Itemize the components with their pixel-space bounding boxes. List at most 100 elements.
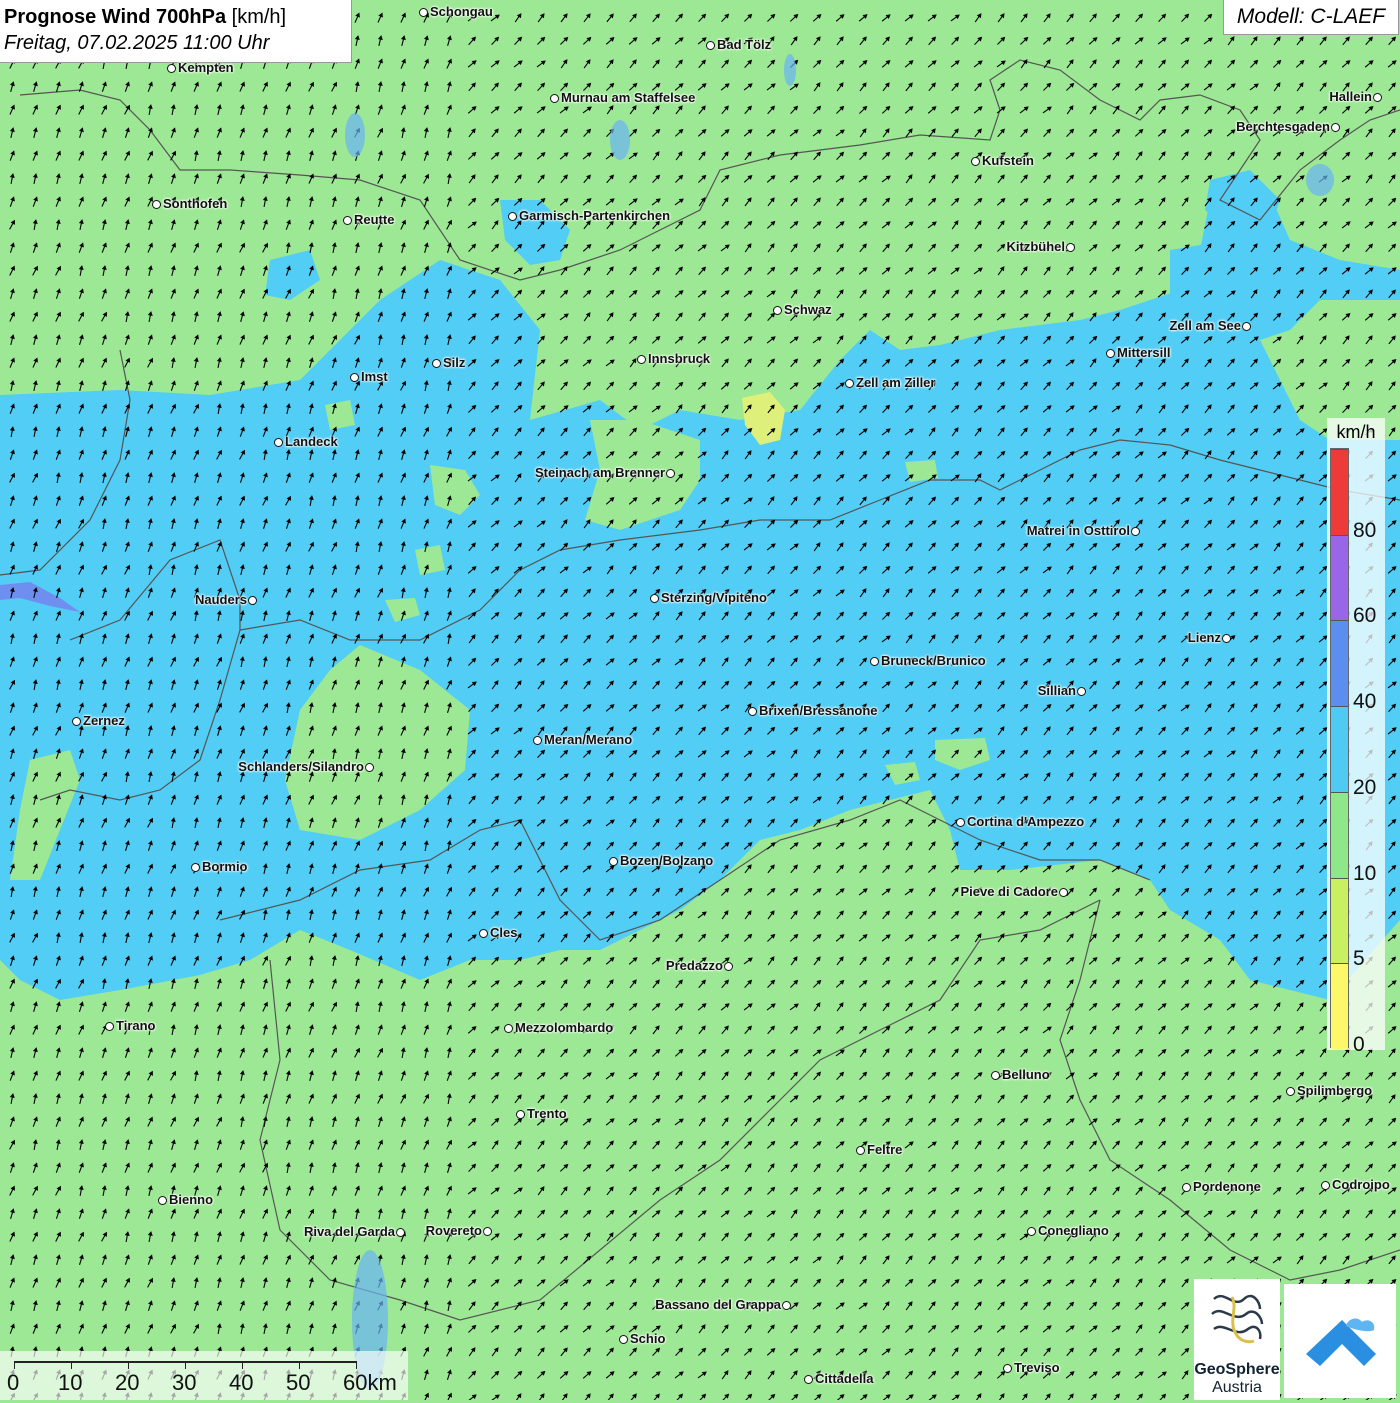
city-marker-meran-merano[interactable]	[533, 736, 542, 745]
city-label-cittadella: Cittadella	[815, 1371, 874, 1386]
city-marker-treviso[interactable]	[1003, 1364, 1012, 1373]
scale-tick	[299, 1361, 300, 1369]
city-marker-silz[interactable]	[432, 359, 441, 368]
city-label-nauders: Nauders	[194, 592, 247, 607]
city-label-imst: Imst	[361, 369, 388, 384]
city-marker-zernez[interactable]	[72, 717, 81, 726]
city-marker-kufstein[interactable]	[971, 157, 980, 166]
city-marker-cittadella[interactable]	[804, 1375, 813, 1384]
city-marker-mittersill[interactable]	[1106, 349, 1115, 358]
legend-segment-60	[1331, 534, 1348, 621]
city-marker-steinach-am-brenner[interactable]	[666, 469, 675, 478]
scale-label: 30	[172, 1370, 197, 1395]
city-marker-conegliano[interactable]	[1027, 1227, 1036, 1236]
city-marker-bad-t-lz[interactable]	[706, 41, 715, 50]
city-label-lienz: Lienz	[1187, 630, 1221, 645]
city-marker-kitzb-hel[interactable]	[1066, 243, 1075, 252]
city-label-bruneck-brunico: Bruneck/Brunico	[881, 653, 986, 668]
city-label-pieve-di-cadore: Pieve di Cadore	[960, 884, 1058, 899]
city-label-zell-am-ziller: Zell am Ziller	[856, 375, 936, 390]
city-marker-hallein[interactable]	[1373, 93, 1382, 102]
city-marker-bozen-bolzano[interactable]	[609, 857, 618, 866]
scale-label: 0	[7, 1370, 20, 1395]
city-label-pordenone: Pordenone	[1193, 1179, 1261, 1194]
city-marker-tirano[interactable]	[105, 1022, 114, 1031]
city-label-cles: Cles	[490, 925, 518, 940]
city-marker-bruneck-brunico[interactable]	[870, 657, 879, 666]
city-marker-brixen-bressanone[interactable]	[748, 707, 757, 716]
city-label-conegliano: Conegliano	[1038, 1223, 1109, 1238]
city-label-codroipo: Codroipo	[1332, 1177, 1390, 1192]
city-marker-predazzo[interactable]	[724, 962, 733, 971]
legend-label-0: 0	[1353, 1033, 1365, 1056]
city-marker-bienno[interactable]	[158, 1196, 167, 1205]
city-marker-schwaz[interactable]	[773, 306, 782, 315]
city-marker-schio[interactable]	[619, 1335, 628, 1344]
lake-chiemsee	[1306, 164, 1334, 196]
legend-color-bar	[1330, 448, 1349, 1049]
city-label-schongau: Schongau	[430, 4, 493, 19]
city-label-feltre: Feltre	[867, 1142, 903, 1157]
city-marker-schlanders-silandro[interactable]	[365, 763, 374, 772]
city-label-mezzolombardo: Mezzolombardo	[515, 1020, 614, 1035]
city-label-steinach-am-brenner: Steinach am Brenner	[534, 465, 665, 480]
city-marker-sterzing-vipiteno[interactable]	[650, 594, 659, 603]
city-marker-rovereto[interactable]	[483, 1227, 492, 1236]
city-marker-bormio[interactable]	[191, 863, 200, 872]
city-marker-matrei-in-osttirol[interactable]	[1131, 527, 1140, 536]
city-label-sonthofen: Sonthofen	[163, 196, 228, 211]
city-marker-spilimbergo[interactable]	[1286, 1087, 1295, 1096]
city-marker-garmisch-partenkirchen[interactable]	[508, 212, 517, 221]
city-label-schwaz: Schwaz	[784, 302, 832, 317]
city-marker-reutte[interactable]	[343, 216, 352, 225]
legend-label-10: 10	[1353, 861, 1377, 885]
city-marker-kempten[interactable]	[167, 64, 176, 73]
city-marker-bassano-del-grappa[interactable]	[782, 1301, 791, 1310]
city-marker-zell-am-ziller[interactable]	[845, 379, 854, 388]
city-label-bozen-bolzano: Bozen/Bolzano	[620, 853, 714, 868]
city-label-predazzo: Predazzo	[665, 958, 723, 973]
geosphere-logo[interactable]: GeoSphere Austria	[1194, 1279, 1280, 1400]
city-label-bormio: Bormio	[202, 859, 248, 874]
city-marker-pordenone[interactable]	[1182, 1183, 1191, 1192]
scale-bar: 0 10 20 30 40 50 60km	[0, 1351, 408, 1400]
forecast-time: Freitag, 07.02.2025 11:00 Uhr	[4, 32, 270, 54]
legend-segment-20	[1331, 706, 1348, 792]
city-marker-murnau-am-staffelsee[interactable]	[550, 94, 559, 103]
city-marker-codroipo[interactable]	[1321, 1181, 1330, 1190]
city-marker-landeck[interactable]	[274, 438, 283, 447]
city-marker-lienz[interactable]	[1222, 634, 1231, 643]
city-marker-belluno[interactable]	[991, 1071, 1000, 1080]
city-marker-schongau[interactable]	[419, 8, 428, 17]
city-label-spilimbergo: Spilimbergo	[1297, 1083, 1373, 1098]
city-marker-feltre[interactable]	[856, 1146, 865, 1155]
color-legend: km/h 0 5 10 20 40 60 80	[1327, 418, 1385, 1056]
city-marker-cortina-d-ampezzo[interactable]	[956, 818, 965, 827]
city-label-zell-am-see: Zell am See	[1169, 318, 1241, 333]
city-label-kempten: Kempten	[178, 60, 234, 75]
city-marker-pieve-di-cadore[interactable]	[1059, 888, 1068, 897]
city-marker-innsbruck[interactable]	[637, 355, 646, 364]
city-marker-imst[interactable]	[350, 373, 359, 382]
city-marker-berchtesgaden[interactable]	[1331, 123, 1340, 132]
city-marker-mezzolombardo[interactable]	[504, 1024, 513, 1033]
city-label-mittersill: Mittersill	[1117, 345, 1171, 360]
model-label: Modell: C-LAEF	[1223, 0, 1399, 35]
scale-tick	[356, 1361, 357, 1369]
scale-label: 50	[286, 1370, 311, 1395]
city-marker-cles[interactable]	[479, 929, 488, 938]
city-label-trento: Trento	[527, 1106, 567, 1121]
city-marker-nauders[interactable]	[248, 596, 257, 605]
city-marker-sonthofen[interactable]	[152, 200, 161, 209]
city-marker-zell-am-see[interactable]	[1242, 322, 1251, 331]
city-label-reutte: Reutte	[354, 212, 395, 227]
title-box: Prognose Wind 700hPa [km/h] Freitag, 07.…	[0, 0, 352, 63]
city-marker-sillian[interactable]	[1077, 687, 1086, 696]
city-marker-riva-del-garda[interactable]	[396, 1228, 405, 1237]
city-label-sterzing-vipiteno: Sterzing/Vipiteno	[661, 590, 767, 605]
partner-logo[interactable]	[1284, 1284, 1396, 1398]
city-label-tirano: Tirano	[116, 1018, 156, 1033]
title-unit: [km/h]	[231, 6, 287, 28]
city-marker-trento[interactable]	[516, 1110, 525, 1119]
scale-label: 10	[58, 1370, 83, 1395]
